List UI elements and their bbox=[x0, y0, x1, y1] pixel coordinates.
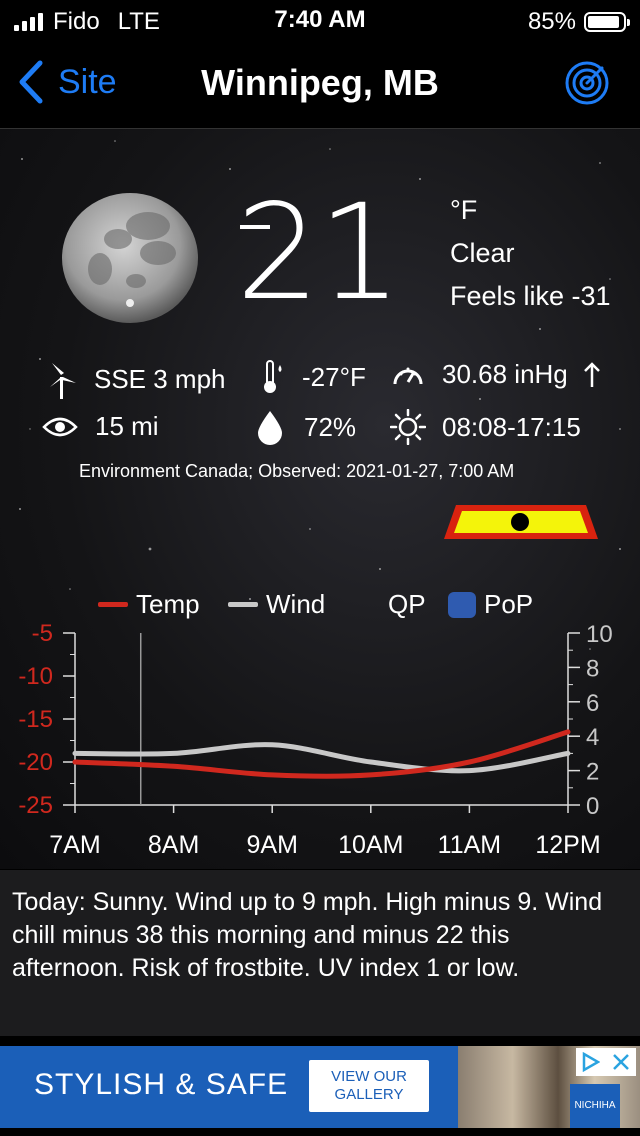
pressure-value: 30.68 inHg bbox=[442, 359, 568, 389]
ad-play-icon bbox=[582, 1052, 600, 1072]
temperature-unit: °F bbox=[450, 195, 478, 225]
ad-button-line2: GALLERY bbox=[334, 1086, 404, 1103]
left-tick-label: -20 bbox=[18, 749, 53, 776]
feels-like: Feels like -31 bbox=[450, 281, 611, 311]
arrow-up-icon bbox=[583, 361, 600, 387]
ad-button-line1: VIEW OUR bbox=[331, 1068, 407, 1085]
left-tick-label: -25 bbox=[18, 792, 53, 819]
water-drop-icon bbox=[258, 411, 282, 445]
legend-wind-label: Wind bbox=[266, 589, 326, 619]
ad-headline: STYLISH & SAFE bbox=[34, 1068, 289, 1101]
hourly-chart: -5 -10 -15 -20 -25 10 8 6 4 2 0 7AM 8AM 9AM 10AM 11AM 12… bbox=[18, 620, 613, 859]
status-bar: Fido LTE 7:40 AM 85% bbox=[0, 0, 640, 40]
x-tick-label: 12PM bbox=[535, 831, 600, 859]
condition-block: °F Clear Feels like -31 bbox=[450, 189, 611, 318]
current-conditions-panel: 21 °F Clear Feels like -31 SSE 3 mph -27… bbox=[0, 129, 640, 869]
legend-pop: PoP bbox=[448, 589, 533, 620]
left-tick-label: -10 bbox=[18, 663, 53, 690]
left-tick-label: -15 bbox=[18, 706, 53, 733]
right-tick-label: 10 bbox=[586, 621, 613, 648]
humidity-detail: 72% bbox=[256, 409, 356, 445]
weather-alert-icon[interactable] bbox=[440, 501, 602, 543]
wind-turbine-icon bbox=[50, 363, 76, 399]
right-tick-label: 0 bbox=[586, 793, 599, 820]
moon-icon bbox=[62, 193, 198, 323]
ad-choices[interactable] bbox=[576, 1048, 636, 1076]
legend-temp: Temp bbox=[98, 589, 200, 620]
wind-value: SSE 3 mph bbox=[94, 363, 226, 394]
legend-qp-label: QP bbox=[388, 589, 426, 619]
x-tick-label: 7AM bbox=[49, 831, 100, 859]
dewpoint-value: -27°F bbox=[302, 361, 366, 392]
visibility-detail: 15 mi bbox=[42, 411, 159, 442]
right-tick-label: 8 bbox=[586, 655, 599, 682]
legend-wind: Wind bbox=[228, 589, 325, 620]
forecast-text: Today: Sunny. Wind up to 9 mph. High min… bbox=[0, 870, 640, 1036]
condition-text: Clear bbox=[450, 238, 515, 268]
legend-pop-label: PoP bbox=[484, 589, 534, 619]
status-right: 85% bbox=[527, 8, 630, 36]
right-tick-label: 4 bbox=[586, 724, 599, 751]
visibility-value: 15 mi bbox=[95, 411, 159, 441]
dewpoint-detail: -27°F bbox=[262, 359, 366, 395]
ad-banner[interactable]: STYLISH & SAFE VIEW OUR GALLERY NICHIHA bbox=[0, 1046, 640, 1128]
bottom-edge bbox=[0, 1128, 640, 1136]
right-tick-label: 6 bbox=[586, 690, 599, 717]
x-tick-label: 8AM bbox=[148, 831, 199, 859]
wind-detail: SSE 3 mph bbox=[46, 359, 226, 399]
thermometer-icon bbox=[264, 360, 282, 393]
pop-swatch bbox=[448, 591, 476, 618]
pressure-detail: 30.68 inHg bbox=[392, 359, 602, 390]
x-tick-label: 10AM bbox=[338, 831, 403, 859]
eye-icon bbox=[42, 417, 78, 436]
sun-times-value: 08:08-17:15 bbox=[442, 411, 581, 442]
x-tick-label: 11AM bbox=[438, 831, 501, 859]
ad-brand-logo: NICHIHA bbox=[570, 1084, 620, 1128]
sunrise-sunset-detail: 08:08-17:15 bbox=[390, 409, 581, 445]
right-tick-label: 2 bbox=[586, 759, 599, 786]
legend-temp-label: Temp bbox=[136, 589, 200, 619]
observation-source: Environment Canada; Observed: 2021-01-27… bbox=[79, 461, 515, 481]
gauge-icon bbox=[393, 367, 423, 384]
battery-percent: 85% bbox=[527, 8, 576, 35]
radar-icon[interactable] bbox=[564, 60, 610, 106]
page-title: Winnipeg, MB bbox=[201, 62, 439, 103]
left-tick-label: -5 bbox=[32, 620, 53, 647]
x-tick-label: 9AM bbox=[246, 831, 297, 859]
ad-gallery-button[interactable]: VIEW OUR GALLERY bbox=[309, 1060, 429, 1112]
sun-icon bbox=[390, 409, 426, 445]
legend-qp: QP bbox=[388, 589, 426, 620]
humidity-value: 72% bbox=[304, 411, 357, 442]
battery-icon bbox=[584, 12, 630, 32]
close-icon[interactable] bbox=[612, 1053, 630, 1071]
current-temperature: 21 bbox=[236, 176, 402, 330]
navigation-bar: Site Winnipeg, MB bbox=[0, 40, 640, 129]
